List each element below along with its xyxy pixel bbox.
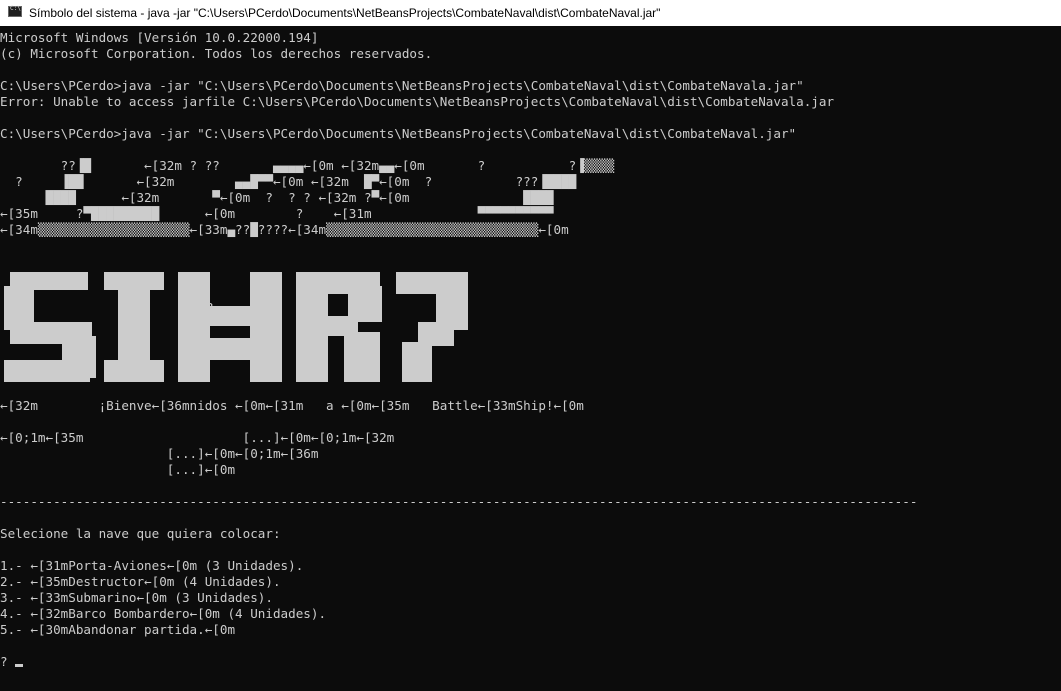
ascii-art-line: ████ ←[32m ▀←[0m ? ? ? ←[32m ?▀←[0m ████ (0, 190, 554, 205)
menu-option: 1.- ←[31mPorta-Aviones←[0m (3 Unidades). (0, 558, 304, 573)
window-titlebar[interactable]: Símbolo del sistema - java -jar "C:\User… (0, 0, 1061, 26)
sub-line: [...]←[0m (0, 462, 236, 477)
command-prompt-icon (8, 5, 22, 17)
sub-line: [...]←[0m←[0;1m←[36m (0, 446, 319, 461)
banner-glyph: ? (206, 300, 214, 315)
error-line: Error: Unable to access jarfile C:\Users… (0, 94, 835, 109)
ascii-art-line: ←[34m▒▒▒▒▒▒▒▒▒▒▒▒▒▒▒▒▒▒▒▒←[33m▄??█????←[… (0, 222, 569, 237)
ascii-art-line: ? ▐██ ←[32m ▄▄█▀▀←[0m ←[32m █▀←[0m ? ???… (0, 174, 577, 189)
menu-option: 5.- ←[30mAbandonar partida.←[0m (0, 622, 236, 637)
text-cursor (15, 664, 23, 667)
ascii-art-line: ←[35m ?▀█████████ ←[0m ? ←[31m ▀▀▀▀▀▀▀▀▀… (0, 206, 554, 221)
command-line: C:\Users\PCerdo>java -jar "C:\Users\PCer… (0, 126, 797, 141)
welcome-line: ←[32m ¡Bienve←[36mnidos ←[0m←[31m a ←[0m… (0, 398, 584, 413)
sub-line: ←[0;1m←[35m [...]←[0m←[0;1m←[32m (0, 430, 395, 445)
console-output[interactable]: Microsoft Windows [Versión 10.0.22000.19… (0, 26, 1061, 691)
command-line: C:\Users\PCerdo>java -jar "C:\Users\PCer… (0, 78, 804, 93)
input-prompt[interactable]: ? (0, 654, 8, 670)
window-title: Símbolo del sistema - java -jar "C:\User… (29, 6, 661, 20)
header-line: Microsoft Windows [Versión 10.0.22000.19… (0, 30, 319, 45)
prompt-title: Selecione la nave que quiera colocar: (0, 526, 281, 541)
menu-option: 4.- ←[32mBarco Bombardero←[0m (4 Unidade… (0, 606, 327, 621)
menu-option: 3.- ←[33mSubmarino←[0m (3 Unidades). (0, 590, 273, 605)
start-banner-art (4, 272, 468, 382)
ascii-art-line: ??▐█ ←[32m ? ?? ▄▄▄▄←[0m ←[32m▄▄←[0m ? ?… (0, 158, 615, 173)
menu-option: 2.- ←[35mDestructor←[0m (4 Unidades). (0, 574, 281, 589)
separator-line: ----------------------------------------… (0, 494, 918, 509)
header-line: (c) Microsoft Corporation. Todos los der… (0, 46, 433, 61)
